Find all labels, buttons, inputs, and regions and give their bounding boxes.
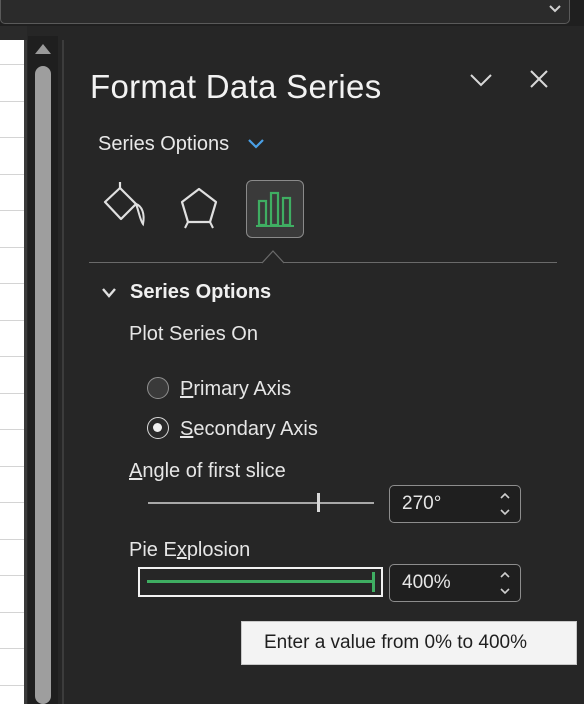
worksheet-row-line <box>0 283 24 284</box>
worksheet-row-line <box>0 392 24 394</box>
worksheet-row-line <box>0 575 24 576</box>
series-options-tab[interactable] <box>246 180 304 238</box>
worksheet-border <box>24 40 27 704</box>
worksheet-row-line <box>0 684 24 686</box>
task-pane-options-chevron-icon[interactable] <box>469 70 493 90</box>
sheet-header-strip <box>0 26 27 40</box>
worksheet-row-line <box>0 465 24 467</box>
worksheet-row-line <box>0 137 24 138</box>
tab-separator <box>89 262 557 263</box>
formula-box[interactable] <box>0 0 570 24</box>
worksheet-row-line <box>0 429 24 430</box>
chevron-down-icon[interactable] <box>246 137 266 151</box>
pie-explosion-value[interactable]: 400% <box>402 572 451 594</box>
tab-indicator-notch <box>262 250 284 264</box>
scroll-up-arrow-icon[interactable] <box>35 44 51 54</box>
worksheet-edge <box>0 40 24 704</box>
worksheet-row-line <box>0 356 24 357</box>
paint-bucket-icon[interactable] <box>96 180 154 238</box>
angle-value[interactable]: 270° <box>402 493 441 515</box>
section-title: Series Options <box>130 281 272 303</box>
pie-explosion-slider-fill <box>147 580 373 583</box>
pie-explosion-slider-thumb[interactable] <box>372 572 375 592</box>
angle-spinner[interactable]: 270° <box>389 485 521 523</box>
angle-slider-thumb[interactable] <box>317 493 320 512</box>
value-range-tooltip: Enter a value from 0% to 400% <box>241 621 577 665</box>
pie-explosion-spinner[interactable]: 400% <box>389 564 521 602</box>
chevron-down-icon <box>102 288 116 298</box>
scroll-thumb[interactable] <box>35 66 51 704</box>
chevron-down-icon[interactable] <box>548 2 562 16</box>
plot-series-on-label: Plot Series On <box>129 323 258 345</box>
series-options-dropdown[interactable]: Series Options <box>98 133 229 156</box>
worksheet-row-line <box>0 611 24 613</box>
spin-down-icon[interactable] <box>498 585 512 597</box>
worksheet-row-line <box>0 210 24 211</box>
secondary-axis-radio[interactable] <box>147 417 169 439</box>
vertical-scrollbar[interactable] <box>28 36 58 704</box>
worksheet-row-line <box>0 173 24 175</box>
primary-axis-radio[interactable] <box>147 377 169 399</box>
pentagon-icon[interactable] <box>170 180 228 238</box>
primary-axis-label[interactable]: Primary Axis <box>180 378 291 401</box>
pane-divider <box>62 40 64 704</box>
worksheet-row-line <box>0 502 24 503</box>
worksheet-row-line <box>0 319 24 321</box>
pie-explosion-label: Pie Explosion <box>129 539 251 561</box>
worksheet-row-line <box>0 64 24 65</box>
pie-explosion-slider[interactable] <box>138 567 383 597</box>
worksheet-row-line <box>0 246 24 248</box>
tooltip-text: Enter a value from 0% to 400% <box>264 632 527 653</box>
pane-title: Format Data Series <box>90 68 382 105</box>
worksheet-row-line <box>0 648 24 649</box>
spin-down-icon[interactable] <box>498 506 512 518</box>
close-icon[interactable] <box>528 68 550 90</box>
angle-slider-track[interactable] <box>148 502 374 504</box>
angle-of-first-slice-label: Angle of first slice <box>129 460 286 482</box>
bar-chart-icon <box>256 191 294 227</box>
worksheet-row-line <box>0 538 24 540</box>
top-bar <box>0 0 584 26</box>
spin-up-icon[interactable] <box>498 490 512 502</box>
secondary-axis-label[interactable]: Secondary Axis <box>180 418 318 441</box>
worksheet-row-line <box>0 100 24 102</box>
spin-up-icon[interactable] <box>498 569 512 581</box>
